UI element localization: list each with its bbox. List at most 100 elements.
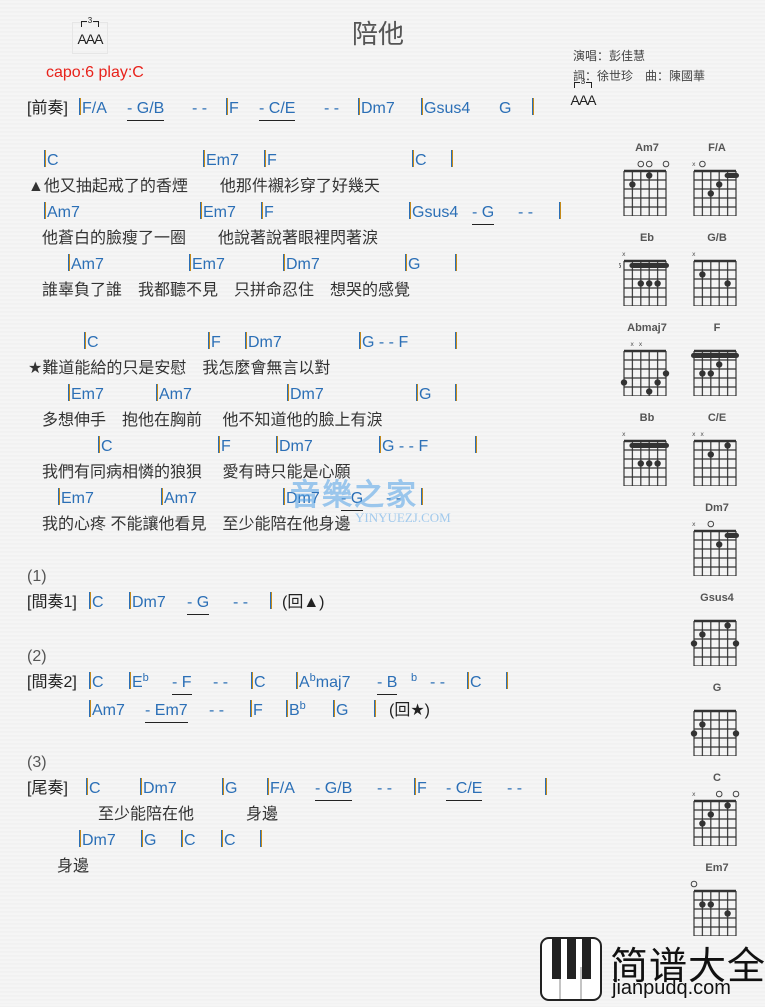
chord: F xyxy=(226,98,239,120)
chord: G - - F xyxy=(379,436,428,458)
lyric-text: 至少能陪在他 xyxy=(98,806,195,823)
rhythm-letters: AAA xyxy=(77,31,103,47)
chord: C xyxy=(221,830,236,852)
lyric-text: ▲他又抽起戒了的香煙 他那件襯衫穿了好幾天 xyxy=(28,178,380,195)
chord: F/A xyxy=(79,98,107,120)
chord: Em7 xyxy=(203,150,239,172)
lyric-text: 多想伸手 抱他在胸前 他不知道他的臉上有淚 xyxy=(42,412,383,429)
fretboard-grid: x xyxy=(622,431,669,486)
return-marker: (回▲) xyxy=(282,594,325,611)
muted-string-icon: x xyxy=(639,341,643,348)
finger-dot xyxy=(732,640,740,647)
finger-dot xyxy=(654,280,661,287)
bar-end xyxy=(475,436,478,458)
rhythm-marker-2: 3 AAA xyxy=(566,77,600,114)
bar-end xyxy=(270,592,273,614)
barre-mark xyxy=(724,533,739,538)
finger-dot xyxy=(716,541,723,548)
chord: Dm7 xyxy=(283,254,320,276)
finger-dot xyxy=(690,640,698,647)
section-label: [間奏1] xyxy=(27,594,77,611)
chord: Dm7 xyxy=(276,436,313,458)
lyric-text: 我的心疼 不能讓他看見 至少能陪在他身邊 xyxy=(42,516,351,533)
fretboard-grid: x xyxy=(692,251,737,306)
chord: F xyxy=(250,700,263,722)
tuplet-number: 3 xyxy=(86,16,94,25)
chord: - F xyxy=(172,672,192,695)
finger-dot xyxy=(707,811,714,818)
chord: F xyxy=(218,436,231,458)
singer-credit: 演唱：彭佳慧 xyxy=(573,49,646,63)
finger-dot xyxy=(699,271,706,278)
capo-info: capo:6 play:C xyxy=(46,64,144,81)
chord: Dm7 xyxy=(287,384,324,406)
bar-end xyxy=(545,778,548,800)
finger-dot xyxy=(707,190,714,197)
chord: Dm7 xyxy=(79,830,116,852)
logo-url: jianpudq.com xyxy=(612,977,731,999)
chord: C xyxy=(86,778,101,800)
chord: Bb xyxy=(286,700,306,722)
chord-diagram-name: C/E xyxy=(707,412,727,424)
fretboard-grid xyxy=(690,880,737,936)
chord-diagram-name: Am7 xyxy=(635,142,659,154)
fretboard-grid: xx xyxy=(620,341,670,396)
dash: - - xyxy=(518,204,534,221)
chord-diagram-name: Dm7 xyxy=(705,502,729,514)
song-title: 陪他 xyxy=(352,20,405,50)
fretboard-grid: x xyxy=(692,790,740,846)
chord: C xyxy=(251,672,266,694)
barre-mark xyxy=(629,263,669,268)
chord: Gsus4 xyxy=(421,98,470,120)
barre-mark xyxy=(629,443,669,448)
open-string-icon xyxy=(637,160,645,168)
section-label: [前奏] xyxy=(27,100,68,117)
watermark-url: YINYUEZJ.COM xyxy=(355,510,451,525)
finger-dot xyxy=(690,730,698,737)
chord: Dm7 xyxy=(245,332,282,354)
muted-string-icon: x xyxy=(622,251,626,258)
bar-end xyxy=(455,254,458,276)
section-label: [尾奏] xyxy=(27,780,68,797)
finger-dot xyxy=(646,280,653,287)
chord: Gsus4 xyxy=(409,202,458,224)
writer-credit: 詞：徐世珍 曲：陳國華 xyxy=(573,69,706,83)
open-string-icon xyxy=(715,790,723,798)
bar-end xyxy=(532,98,535,120)
muted-string-icon: x xyxy=(692,431,696,438)
finger-dot xyxy=(707,901,714,908)
chord: F xyxy=(208,332,221,354)
open-string-icon xyxy=(699,160,706,168)
finger-dot xyxy=(629,181,636,188)
chord: - C/E xyxy=(446,778,483,801)
number-label: (3) xyxy=(27,754,47,771)
lyric-text: 身邊 xyxy=(57,858,90,875)
bar-end xyxy=(559,202,562,224)
dash: - - xyxy=(192,100,208,117)
number-label: (1) xyxy=(27,568,47,585)
bar-end xyxy=(421,488,424,510)
finger-dot xyxy=(724,910,731,917)
chord: Am7 xyxy=(161,488,197,510)
chord: - G xyxy=(187,592,210,615)
chord: - C/E xyxy=(259,98,296,121)
fretboard-grid: x6 xyxy=(619,251,669,306)
chord-diagram-name: C xyxy=(713,772,721,784)
chord-diagram-name: F xyxy=(713,322,721,334)
dash: - - xyxy=(213,674,229,691)
bar-end xyxy=(455,332,458,354)
rhythm-letters: AAA xyxy=(570,92,596,108)
chord: Abmaj7 xyxy=(296,672,350,694)
chord: - B xyxy=(377,672,398,695)
chord: G xyxy=(499,100,512,117)
finger-dot xyxy=(699,721,706,728)
fretboard-grid: xx xyxy=(692,431,737,486)
dash: - - xyxy=(324,100,340,117)
fret-number: 6 xyxy=(619,262,622,270)
dash: - - xyxy=(209,702,225,719)
finger-dot xyxy=(699,631,706,638)
dash: - - xyxy=(233,594,249,611)
lyric-text: 身邊 xyxy=(246,806,279,823)
finger-dot xyxy=(707,451,714,458)
fretboard-grid xyxy=(623,160,670,216)
